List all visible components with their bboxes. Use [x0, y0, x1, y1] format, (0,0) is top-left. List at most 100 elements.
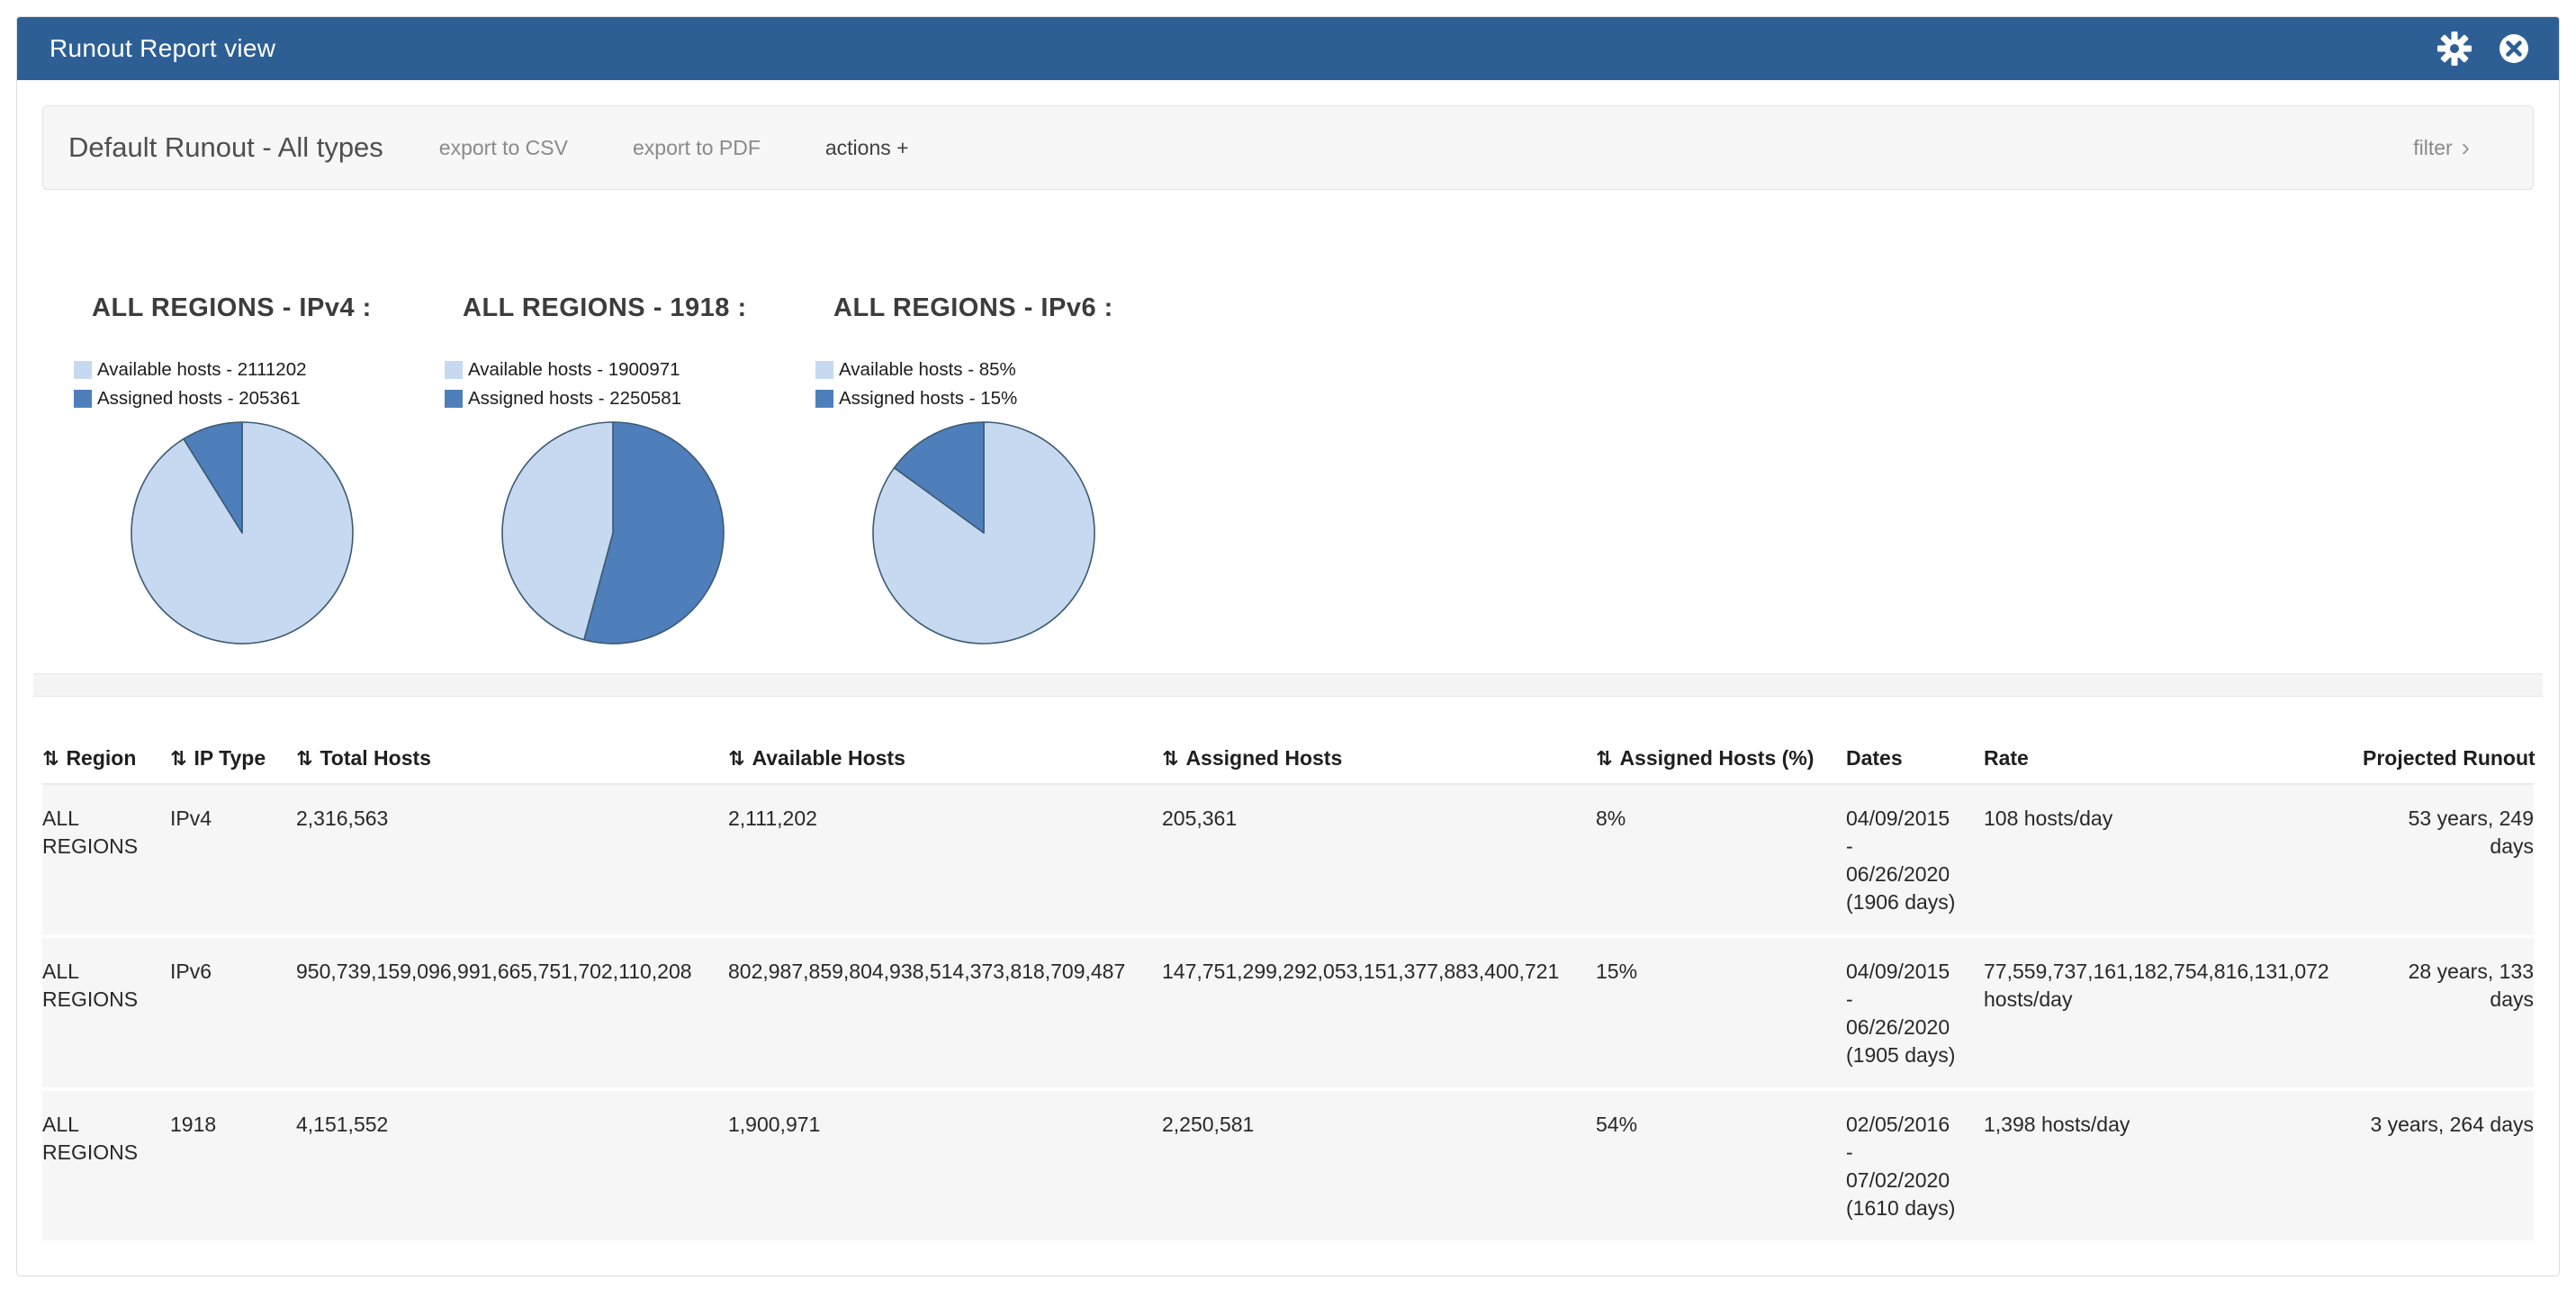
legend-swatch: [74, 361, 92, 379]
filter-label: filter: [2413, 136, 2452, 160]
cell-total: 4,151,552: [296, 1089, 728, 1242]
cell-ip_type: IPv6: [170, 936, 296, 1089]
cell-assigned_pct: 54%: [1596, 1089, 1846, 1242]
legend-item: Available hosts - 2111202: [74, 359, 445, 381]
cell-rate: 108 hosts/day: [1984, 784, 2363, 936]
cell-assigned_pct: 8%: [1596, 784, 1846, 936]
export-csv-link[interactable]: export to CSV: [439, 136, 568, 160]
legend-label: Available hosts - 2111202: [97, 359, 307, 381]
cell-assigned: 205,361: [1162, 784, 1596, 936]
column-header-assigned_pct[interactable]: ⇅ Assigned Hosts (%): [1596, 737, 1846, 784]
filter-toggle[interactable]: filter ›: [2413, 135, 2470, 160]
legend-swatch: [445, 390, 463, 408]
sort-icon: ⇅: [728, 748, 744, 771]
report-title: Default Runout - All types: [68, 131, 383, 164]
column-header-ip_type[interactable]: ⇅ IP Type: [170, 737, 296, 784]
column-header-total[interactable]: ⇅ Total Hosts: [296, 737, 728, 784]
titlebar: Runout Report view: [17, 17, 2559, 80]
cell-projected: 28 years, 133 days: [2363, 936, 2534, 1089]
column-header-available[interactable]: ⇅ Available Hosts: [728, 737, 1162, 784]
column-header-dates: Dates: [1846, 737, 1984, 784]
chart-title: ALL REGIONS - 1918 :: [463, 293, 815, 323]
column-header-assigned[interactable]: ⇅Assigned Hosts: [1162, 737, 1596, 784]
column-label: Total Hosts: [320, 746, 431, 770]
cell-ip_type: IPv4: [170, 784, 296, 936]
pie-chart: [126, 417, 445, 653]
actions-menu[interactable]: actions +: [825, 136, 909, 160]
legend-item: Assigned hosts - 15%: [815, 388, 1186, 410]
column-label: IP Type: [194, 746, 266, 770]
column-label: Assigned Hosts: [1185, 746, 1342, 770]
pie-svg: [126, 417, 358, 649]
cell-assigned: 147,751,299,292,053,151,377,883,400,721: [1162, 936, 1596, 1089]
table-row: ALL REGIONS19184,151,5521,900,9712,250,5…: [42, 1089, 2534, 1242]
pie-svg: [497, 417, 729, 649]
table-body: ALL REGIONSIPv42,316,5632,111,202205,361…: [42, 784, 2534, 1242]
chart-legend: Available hosts - 2111202 Assigned hosts …: [74, 359, 445, 410]
cell-assigned: 2,250,581: [1162, 1089, 1596, 1242]
cell-projected: 53 years, 249 days: [2363, 784, 2534, 936]
chart-block: ALL REGIONS - IPv4 : Available hosts - 21…: [74, 293, 445, 653]
gear-icon[interactable]: [2436, 31, 2472, 67]
legend-item: Assigned hosts - 205361: [74, 388, 445, 410]
column-label: Region: [66, 746, 136, 770]
titlebar-icons: [2436, 31, 2532, 67]
cell-available: 1,900,971: [728, 1089, 1162, 1242]
legend-label: Available hosts - 1900971: [468, 359, 680, 381]
chart-legend: Available hosts - 85% Assigned hosts - 15…: [815, 359, 1186, 410]
section-divider: [33, 673, 2543, 697]
legend-swatch: [74, 390, 92, 408]
legend-item: Assigned hosts - 2250581: [445, 388, 815, 410]
sort-icon: ⇅: [170, 748, 186, 771]
pie-chart: [497, 417, 815, 653]
chart-title: ALL REGIONS - IPv4 :: [92, 293, 445, 323]
column-label: Assigned Hosts (%): [1619, 746, 1814, 770]
cell-region: ALL REGIONS: [42, 936, 170, 1089]
sort-icon: ⇅: [296, 748, 312, 771]
close-icon[interactable]: [2496, 31, 2532, 67]
cell-available: 2,111,202: [728, 784, 1162, 936]
chevron-right-icon: ›: [2462, 135, 2470, 160]
cell-assigned_pct: 15%: [1596, 936, 1846, 1089]
runout-table: ⇅ Region ⇅ IP Type ⇅ Total Hosts ⇅ Available Ho…: [42, 737, 2534, 1244]
column-label: Rate: [1984, 746, 2029, 770]
chart-title: ALL REGIONS - IPv6 :: [833, 293, 1186, 323]
column-header-projected: Projected Runout: [2363, 737, 2534, 784]
legend-item: Available hosts - 85%: [815, 359, 1186, 381]
chart-legend: Available hosts - 1900971 Assigned hosts …: [445, 359, 815, 410]
cell-dates: 04/09/2015 - 06/26/2020 (1905 days): [1846, 936, 1984, 1089]
table-header-row: ⇅ Region ⇅ IP Type ⇅ Total Hosts ⇅ Available Ho…: [42, 737, 2534, 784]
column-header-region[interactable]: ⇅ Region: [42, 737, 170, 784]
report-toolbar: Default Runout - All types export to CSV…: [42, 105, 2534, 190]
cell-available: 802,987,859,804,938,514,373,818,709,487: [728, 936, 1162, 1089]
pie-chart: [868, 417, 1186, 653]
legend-item: Available hosts - 1900971: [445, 359, 815, 381]
window-title: Runout Report view: [50, 34, 275, 63]
chart-block: ALL REGIONS - IPv6 : Available hosts - 85…: [815, 293, 1186, 653]
column-label: Dates: [1846, 746, 1903, 770]
cell-ip_type: 1918: [170, 1089, 296, 1242]
column-header-rate: Rate: [1984, 737, 2363, 784]
cell-total: 2,316,563: [296, 784, 728, 936]
cell-projected: 3 years, 264 days: [2363, 1089, 2534, 1242]
cell-rate: 1,398 hosts/day: [1984, 1089, 2363, 1242]
cell-dates: 04/09/2015 - 06/26/2020 (1906 days): [1846, 784, 1984, 936]
sort-icon: ⇅: [1596, 748, 1612, 771]
cell-total: 950,739,159,096,991,665,751,702,110,208: [296, 936, 728, 1089]
export-pdf-link[interactable]: export to PDF: [633, 136, 761, 160]
cell-rate: 77,559,737,161,182,754,816,131,072 hosts…: [1984, 936, 2363, 1089]
legend-swatch: [445, 361, 463, 379]
column-label: Projected Runout: [2363, 746, 2535, 770]
legend-swatch: [815, 390, 833, 408]
chart-block: ALL REGIONS - 1918 : Available hosts - 19…: [445, 293, 815, 653]
legend-label: Available hosts - 85%: [839, 359, 1016, 381]
table-row: ALL REGIONSIPv6950,739,159,096,991,665,7…: [42, 936, 2534, 1089]
legend-label: Assigned hosts - 15%: [839, 388, 1017, 410]
column-label: Available Hosts: [752, 746, 905, 770]
sort-icon: ⇅: [42, 748, 59, 771]
cell-region: ALL REGIONS: [42, 784, 170, 936]
charts-row: ALL REGIONS - IPv4 : Available hosts - 21…: [17, 190, 2559, 653]
report-window: Runout Report view D: [16, 16, 2560, 1276]
cell-dates: 02/05/2016 - 07/02/2020 (1610 days): [1846, 1089, 1984, 1242]
legend-label: Assigned hosts - 2250581: [468, 388, 681, 410]
